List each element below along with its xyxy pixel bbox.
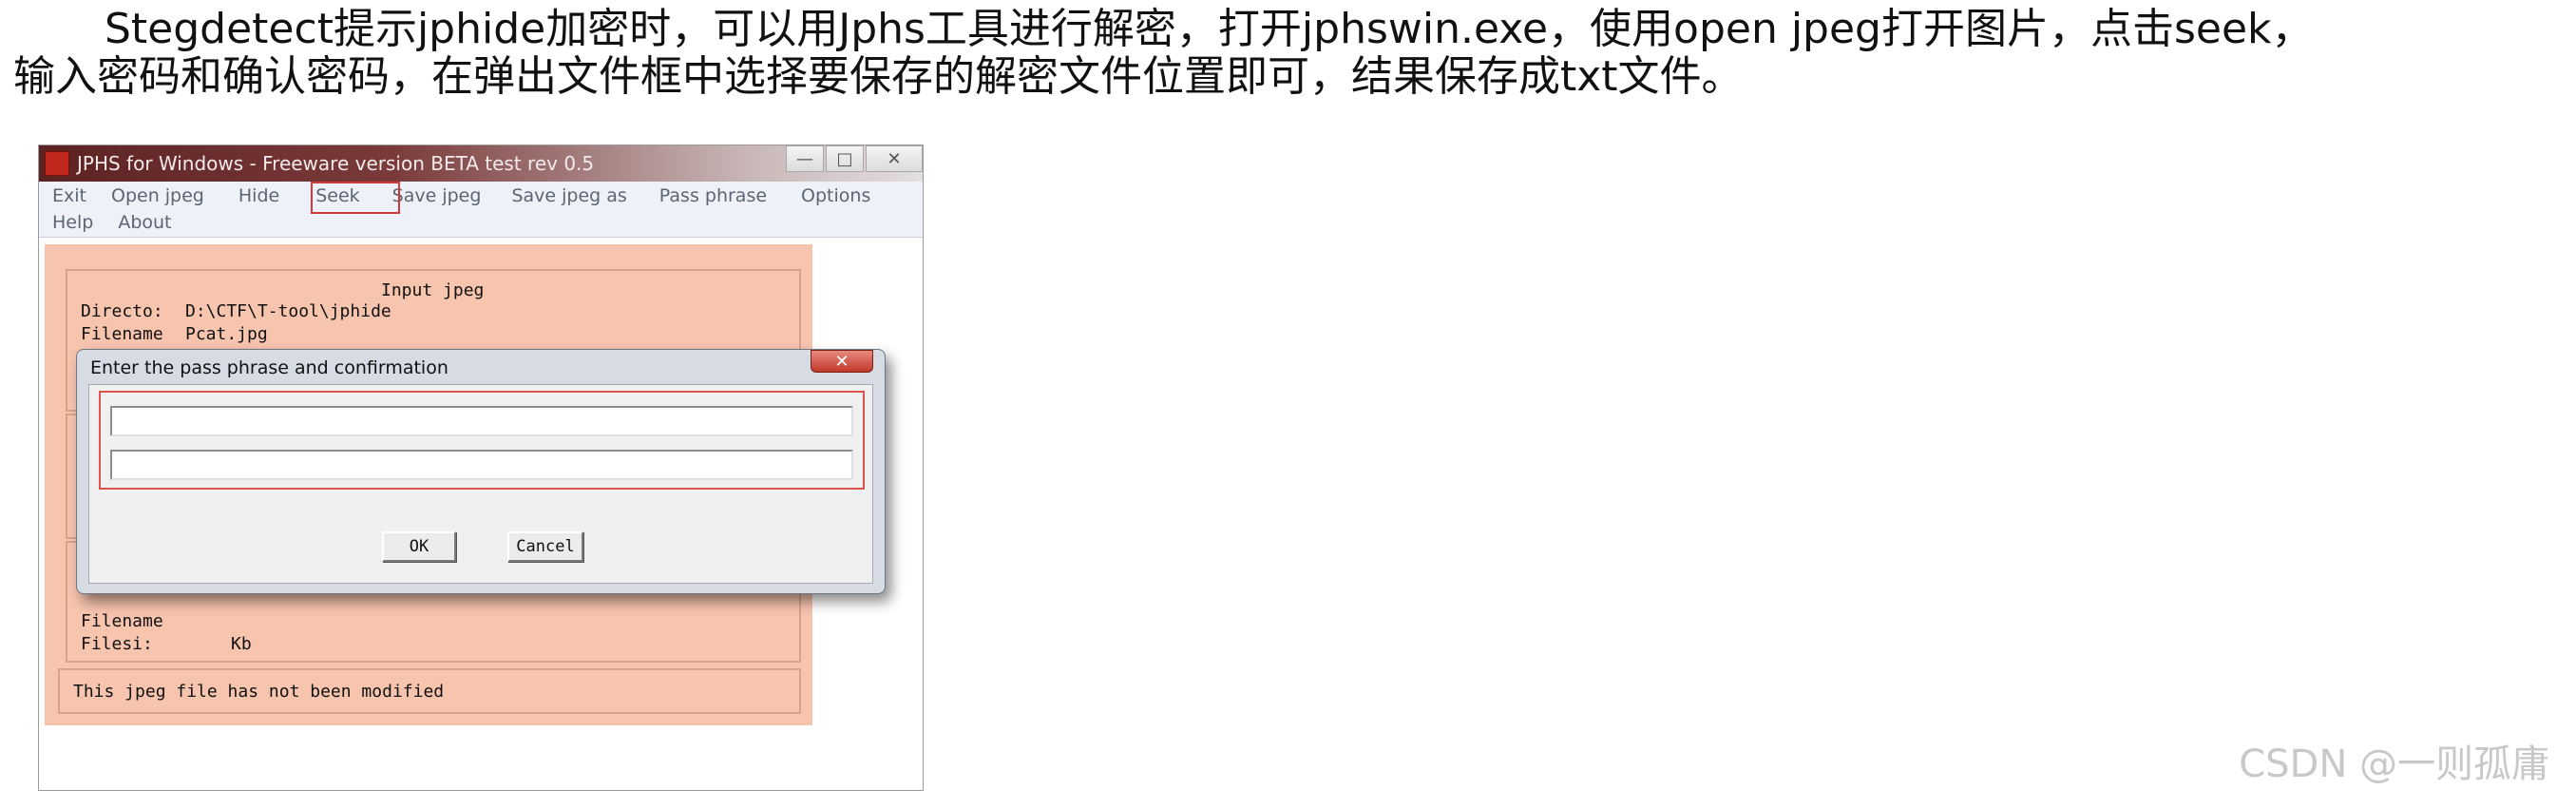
menu-pass-phrase[interactable]: Pass phrase — [627, 183, 767, 210]
directory-label: Directo: — [81, 301, 163, 321]
menu-help[interactable]: Help — [39, 210, 93, 237]
filename-label: Filename — [81, 324, 163, 344]
cancel-button[interactable]: Cancel — [507, 531, 583, 562]
dialog-close-button[interactable]: ✕ — [811, 350, 873, 373]
menu-row-2: Help About — [39, 210, 172, 237]
menu-open-jpeg[interactable]: Open jpeg — [86, 183, 204, 210]
dialog-title: Enter the pass phrase and confirmation — [90, 357, 448, 378]
pass-phrase-input[interactable] — [110, 406, 853, 436]
caption-line-1: Stegdetect提示jphide加密时，可以用Jphs工具进行解密，打开jp… — [105, 5, 2314, 53]
minimize-button[interactable]: — — [786, 145, 824, 172]
dialog-body: OK Cancel — [88, 384, 873, 584]
menu-options[interactable]: Options — [767, 183, 870, 210]
window-controls: — □ ✕ — [784, 145, 923, 176]
pass-phrase-dialog: Enter the pass phrase and confirmation ✕… — [76, 349, 886, 594]
confirmation-input[interactable] — [110, 450, 853, 480]
menu-about[interactable]: About — [93, 210, 171, 237]
caption-line-2: 输入密码和确认密码，在弹出文件框中选择要保存的解密文件位置即可，结果保存成txt… — [13, 52, 1744, 101]
filesize-unit: Kb — [231, 634, 252, 654]
window-title: JPHS for Windows - Freeware version BETA… — [77, 152, 595, 175]
menu-row-1: Exit Open jpeg Hide Seek Save jpeg Save … — [39, 183, 870, 210]
ok-button[interactable]: OK — [382, 531, 456, 562]
csdn-watermark: CSDN @一则孤庸 — [2239, 742, 2549, 786]
instruction-caption: Stegdetect提示jphide加密时，可以用Jphs工具进行解密，打开jp… — [13, 6, 2569, 101]
maximize-button[interactable]: □ — [826, 145, 864, 172]
input-jpeg-title: Input jpeg — [381, 280, 485, 300]
pass-phrase-highlight-box — [99, 391, 865, 490]
status-group: This jpeg file has not been modified — [58, 668, 801, 714]
filesize-label: Filesi: — [81, 634, 153, 654]
seek-highlight-box — [311, 182, 400, 214]
output-filename-label: Filename — [81, 611, 163, 631]
directory-value: D:\CTF\T-tool\jphide — [185, 301, 391, 321]
app-icon — [45, 151, 69, 176]
menu-save-jpeg-as[interactable]: Save jpeg as — [481, 183, 626, 210]
filename-value: Pcat.jpg — [185, 324, 268, 344]
menu-bar: Exit Open jpeg Hide Seek Save jpeg Save … — [39, 182, 923, 238]
title-bar[interactable]: JPHS for Windows - Freeware version BETA… — [39, 145, 923, 182]
status-text: This jpeg file has not been modified — [73, 682, 445, 702]
menu-exit[interactable]: Exit — [39, 183, 86, 210]
menu-hide[interactable]: Hide — [204, 183, 279, 210]
close-button[interactable]: ✕ — [866, 145, 923, 172]
